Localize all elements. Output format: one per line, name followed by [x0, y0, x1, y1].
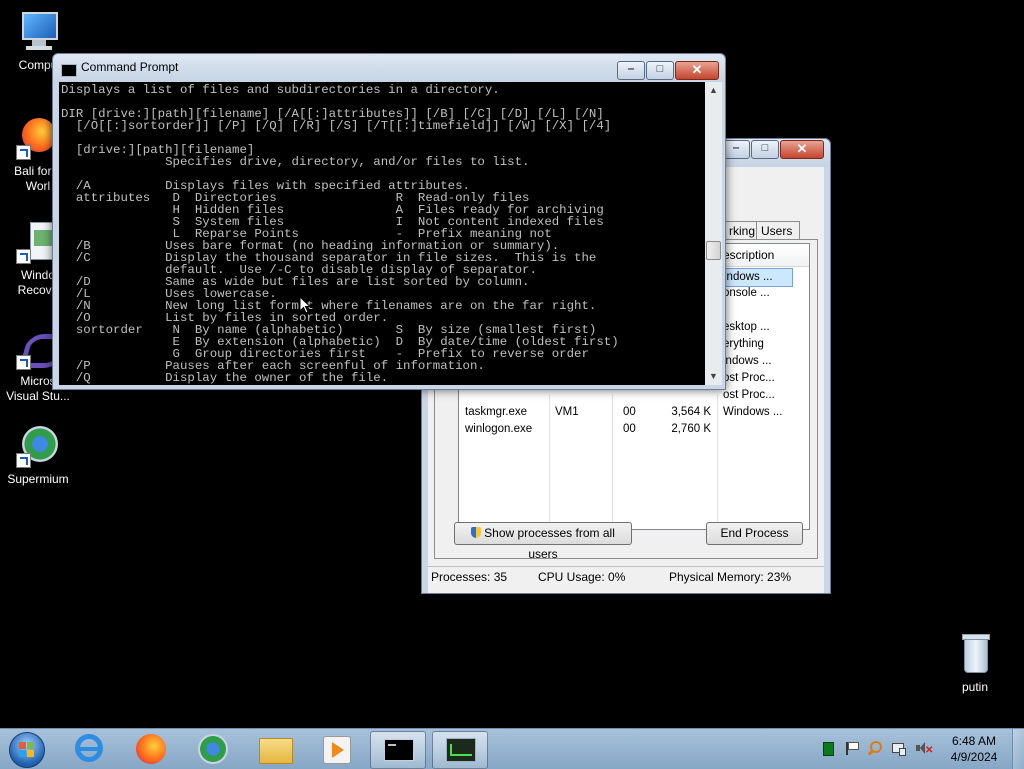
process-description: erything: [723, 338, 764, 350]
command-prompt-window[interactable]: Command Prompt ‒ □ ✕ Displays a list of …: [52, 53, 726, 390]
taskbar-supermium[interactable]: [186, 731, 240, 767]
shortcut-arrow-icon: [16, 145, 31, 160]
desktop-icon-label: putin: [961, 680, 989, 694]
computer-icon: [16, 10, 60, 54]
close-icon: ✕: [796, 141, 808, 156]
process-description: esktop ...: [723, 321, 770, 333]
process-description: ost Proc...: [723, 372, 775, 384]
supermium-icon: [16, 424, 60, 468]
minimize-button[interactable]: ‒: [617, 61, 645, 80]
shortcut-arrow-icon: [16, 355, 31, 370]
maximize-icon: □: [761, 142, 769, 154]
recycle-bin-icon: [953, 632, 997, 676]
taskbar: ✕ 6:48 AM 4/9/2024: [0, 728, 1024, 769]
scroll-down-icon[interactable]: ▼: [705, 368, 722, 385]
scroll-up-icon[interactable]: ▲: [705, 82, 722, 99]
mouse-cursor-icon: [299, 296, 311, 314]
close-button[interactable]: ✕: [780, 140, 824, 159]
taskbar-internet-explorer[interactable]: [62, 731, 116, 767]
process-cpu: 00: [623, 406, 636, 418]
minimize-icon: ‒: [627, 63, 635, 75]
task-manager-icon: [446, 738, 476, 762]
process-description: Windows ...: [723, 406, 783, 418]
tray-network-icon[interactable]: [890, 740, 906, 756]
show-all-processes-button[interactable]: Show processes from all users: [454, 522, 632, 561]
table-row[interactable]: taskmgr.exe VM1 00 3,564 K Windows ...: [459, 404, 809, 421]
process-name: taskmgr.exe: [465, 406, 527, 418]
supermium-icon: [198, 734, 228, 764]
maximize-button[interactable]: □: [751, 140, 779, 159]
tray-search-icon[interactable]: [866, 740, 882, 756]
taskbar-task-manager[interactable]: [432, 731, 488, 769]
status-bar: Processes: 35 CPU Usage: 0% Physical Mem…: [428, 566, 824, 587]
desktop-icon-recycle-bin[interactable]: putin: [937, 632, 1013, 695]
uac-shield-icon: [471, 527, 482, 538]
taskbar-media-player[interactable]: [310, 731, 364, 767]
minimize-icon: ‒: [732, 142, 740, 154]
console-output[interactable]: Displays a list of files and subdirector…: [59, 82, 705, 385]
window-title: Command Prompt: [81, 60, 179, 74]
clock-date: 4/9/2024: [950, 750, 998, 764]
shortcut-arrow-icon: [16, 249, 31, 264]
console-text: Displays a list of files and subdirector…: [61, 83, 619, 385]
process-description: indows ...: [723, 355, 772, 367]
minimize-button[interactable]: ‒: [722, 140, 750, 159]
windows-logo-icon: [9, 732, 45, 768]
shortcut-arrow-icon: [16, 453, 31, 468]
close-button[interactable]: ✕: [675, 61, 719, 80]
tab-users[interactable]: Users: [756, 221, 800, 240]
tray-action-center-flag-icon[interactable]: [843, 740, 859, 756]
close-icon: ✕: [691, 62, 703, 77]
taskbar-file-explorer[interactable]: [248, 731, 302, 767]
maximize-icon: □: [656, 63, 664, 75]
cmd-icon: [384, 739, 414, 761]
tray-volume-muted-icon[interactable]: ✕: [914, 740, 933, 756]
internet-explorer-icon: [75, 734, 103, 762]
process-description: onsole ...: [723, 287, 770, 299]
system-clock[interactable]: 6:48 AM 4/9/2024: [944, 733, 1004, 765]
maximize-button[interactable]: □: [646, 61, 674, 80]
command-prompt-titlebar[interactable]: Command Prompt ‒ □ ✕: [53, 54, 725, 82]
status-cpu: CPU Usage: 0%: [538, 570, 626, 584]
show-desktop-button[interactable]: [1012, 729, 1024, 769]
firefox-icon: [136, 734, 166, 764]
start-button[interactable]: [6, 730, 46, 768]
process-description: ost Proc...: [723, 389, 775, 401]
scroll-thumb[interactable]: [706, 241, 721, 260]
tab-networking[interactable]: rking: [724, 221, 758, 240]
folder-icon: [259, 738, 293, 764]
process-memory: 3,564 K: [671, 406, 711, 418]
status-memory: Physical Memory: 23%: [669, 570, 792, 584]
tray-network-green-icon[interactable]: [820, 740, 836, 756]
status-processes: Processes: 35: [431, 570, 508, 584]
desktop-icon-label: Supermium: [7, 472, 69, 486]
taskbar-firefox[interactable]: [124, 731, 178, 767]
desktop-icon-supermium[interactable]: Supermium: [0, 424, 76, 487]
media-player-icon: [323, 736, 351, 764]
process-name: winlogon.exe: [465, 423, 533, 435]
process-memory: 2,760 K: [671, 423, 711, 435]
column-header-description[interactable]: escription: [719, 244, 809, 267]
cmd-icon: [61, 64, 77, 77]
process-user: VM1: [555, 406, 579, 418]
clock-time: 6:48 AM: [951, 734, 997, 748]
vertical-scrollbar[interactable]: ▲ ▼: [705, 82, 722, 385]
taskbar-command-prompt[interactable]: [370, 731, 426, 769]
table-row[interactable]: winlogon.exe 00 2,760 K: [459, 421, 809, 438]
process-cpu: 00: [623, 423, 636, 435]
end-process-button[interactable]: End Process: [706, 522, 803, 545]
